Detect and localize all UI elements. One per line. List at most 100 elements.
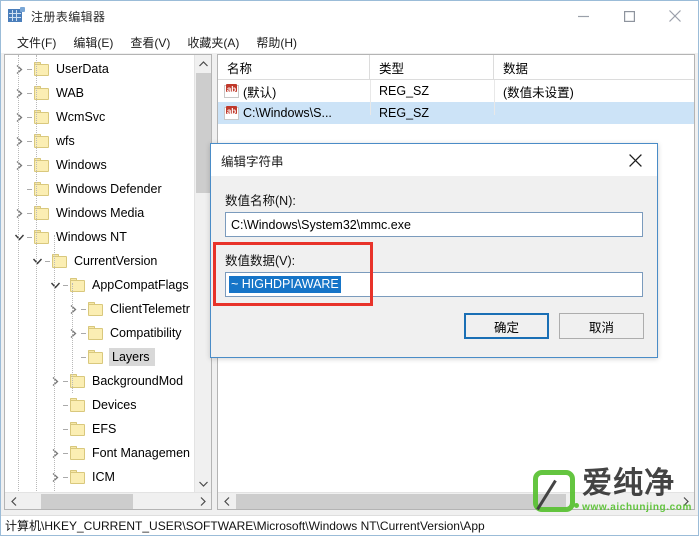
scroll-up-icon[interactable] bbox=[195, 55, 211, 72]
minimize-icon[interactable] bbox=[560, 1, 606, 31]
table-row[interactable]: ab C:\Windows\S... REG_SZ bbox=[218, 102, 694, 124]
chevron-right-icon[interactable] bbox=[11, 129, 27, 153]
tree-item-userdata[interactable]: UserData bbox=[5, 57, 195, 81]
menu-favorites[interactable]: 收藏夹(A) bbox=[179, 32, 248, 53]
value-data-input[interactable]: ~ HIGHDPIAWARE bbox=[225, 272, 643, 297]
tree-item-wfs[interactable]: wfs bbox=[5, 129, 195, 153]
tree-item-windows-defender[interactable]: Windows Defender bbox=[5, 177, 195, 201]
tree-guide-line bbox=[72, 283, 73, 393]
tree-connector bbox=[27, 153, 34, 177]
tree-horizontal-scrollbar[interactable] bbox=[5, 492, 211, 509]
values-list[interactable]: ab (默认) REG_SZ (数值未设置) ab C:\Windows\S..… bbox=[218, 80, 694, 124]
chevron-right-icon[interactable] bbox=[65, 321, 81, 345]
tree-item-backgroundmod[interactable]: BackgroundMod bbox=[5, 369, 195, 393]
close-icon[interactable] bbox=[613, 144, 657, 176]
tree-item-windows-media[interactable]: Windows Media bbox=[5, 201, 195, 225]
tree-connector bbox=[63, 369, 70, 393]
tree-item-clienttelemetr[interactable]: ClientTelemetr bbox=[5, 297, 195, 321]
scroll-left-icon[interactable] bbox=[218, 493, 235, 509]
tree-item-label: Devices bbox=[92, 397, 137, 412]
tree-connector bbox=[63, 393, 70, 417]
value-name-cell: ab C:\Windows\S... bbox=[218, 102, 370, 124]
tree-item-icm[interactable]: ICM bbox=[5, 465, 195, 489]
scroll-left-icon[interactable] bbox=[5, 493, 22, 509]
tree-item-windows[interactable]: Windows bbox=[5, 153, 195, 177]
value-name-text: (默认) bbox=[243, 85, 277, 100]
tree-connector bbox=[63, 465, 70, 489]
cancel-button[interactable]: 取消 bbox=[559, 313, 644, 339]
values-hscroll-thumb[interactable] bbox=[236, 494, 566, 509]
tree-item-appcompatflags[interactable]: AppCompatFlags bbox=[5, 273, 195, 297]
chevron-down-icon[interactable] bbox=[47, 273, 63, 297]
folder-icon bbox=[70, 422, 86, 436]
tree-item-wab[interactable]: WAB bbox=[5, 81, 195, 105]
value-type-cell: REG_SZ bbox=[379, 84, 430, 98]
value-data-cell: (数值未设置) bbox=[503, 85, 574, 100]
tree-item-windows-nt[interactable]: Windows NT bbox=[5, 225, 195, 249]
folder-icon bbox=[70, 470, 86, 484]
tree-guide-line bbox=[36, 55, 37, 492]
tree-hscroll-thumb[interactable] bbox=[41, 494, 133, 509]
tree-item-label: wfs bbox=[56, 133, 75, 148]
tree-item-devices[interactable]: Devices bbox=[5, 393, 195, 417]
menu-help[interactable]: 帮助(H) bbox=[248, 32, 306, 53]
chevron-right-icon[interactable] bbox=[11, 201, 27, 225]
tree-item-currentversion[interactable]: CurrentVersion bbox=[5, 249, 195, 273]
tree-connector bbox=[27, 177, 34, 201]
column-header-name[interactable]: 名称 bbox=[218, 55, 370, 80]
tree-connector bbox=[63, 441, 70, 465]
close-icon[interactable] bbox=[652, 1, 698, 31]
menu-edit[interactable]: 编辑(E) bbox=[65, 32, 122, 53]
tree-item-label: WcmSvc bbox=[56, 109, 106, 124]
chevron-right-icon[interactable] bbox=[11, 105, 27, 129]
table-row[interactable]: ab (默认) REG_SZ (数值未设置) bbox=[218, 80, 694, 102]
tree-vertical-scrollbar[interactable] bbox=[194, 55, 211, 492]
tree-connector bbox=[81, 345, 88, 369]
registry-tree[interactable]: UserData WAB WcmSvc wfs Windows Windows Defen… bbox=[5, 55, 195, 492]
chevron-right-icon[interactable] bbox=[47, 465, 63, 489]
tree-guide-line bbox=[54, 235, 55, 492]
watermark-url: www.aichunjing.com bbox=[582, 502, 692, 513]
value-name-label: 数值名称(N): bbox=[225, 194, 296, 208]
folder-icon bbox=[70, 398, 86, 412]
tree-item-wcmsvc[interactable]: WcmSvc bbox=[5, 105, 195, 129]
scroll-right-icon[interactable] bbox=[194, 493, 211, 509]
watermark: 爱纯净 www.aichunjing.com bbox=[533, 469, 692, 513]
tree-item-efs[interactable]: EFS bbox=[5, 417, 195, 441]
tree-connector bbox=[27, 129, 34, 153]
tree-item-label: AppCompatFlags bbox=[92, 277, 189, 292]
tree-item-label: Windows NT bbox=[56, 229, 127, 244]
chevron-right-icon[interactable] bbox=[47, 441, 63, 465]
tree-connector bbox=[27, 105, 34, 129]
tree-item-label: BackgroundMod bbox=[92, 373, 184, 388]
ok-button[interactable]: 确定 bbox=[464, 313, 549, 339]
chevron-right-icon[interactable] bbox=[47, 369, 63, 393]
column-header-type[interactable]: 类型 bbox=[370, 55, 494, 80]
tree-scroll-thumb[interactable] bbox=[196, 73, 211, 193]
tree-item-layers[interactable]: Layers bbox=[5, 345, 195, 369]
chevron-down-icon[interactable] bbox=[11, 225, 27, 249]
chevron-right-icon[interactable] bbox=[11, 81, 27, 105]
string-value-icon: ab bbox=[224, 83, 239, 98]
watermark-logo-icon bbox=[533, 470, 580, 512]
column-header-data[interactable]: 数据 bbox=[494, 55, 694, 80]
title-bar: 注册表编辑器 bbox=[1, 1, 698, 31]
status-bar: 计算机\HKEY_CURRENT_USER\SOFTWARE\Microsoft… bbox=[1, 515, 698, 535]
menu-view[interactable]: 查看(V) bbox=[122, 32, 179, 53]
chevron-right-icon[interactable] bbox=[11, 153, 27, 177]
tree-connector bbox=[27, 81, 34, 105]
value-name-input[interactable]: C:\Windows\System32\mmc.exe bbox=[225, 212, 643, 237]
tree-item-compatibility[interactable]: Compatibility bbox=[5, 321, 195, 345]
maximize-icon[interactable] bbox=[606, 1, 652, 31]
dialog-title: 编辑字符串 bbox=[221, 154, 284, 169]
chevron-down-icon[interactable] bbox=[29, 249, 45, 273]
chevron-right-icon[interactable] bbox=[11, 57, 27, 81]
menu-file[interactable]: 文件(F) bbox=[9, 32, 65, 53]
scroll-down-icon[interactable] bbox=[195, 475, 211, 492]
chevron-right-icon[interactable] bbox=[65, 297, 81, 321]
tree-item-font-managemen[interactable]: Font Managemen bbox=[5, 441, 195, 465]
